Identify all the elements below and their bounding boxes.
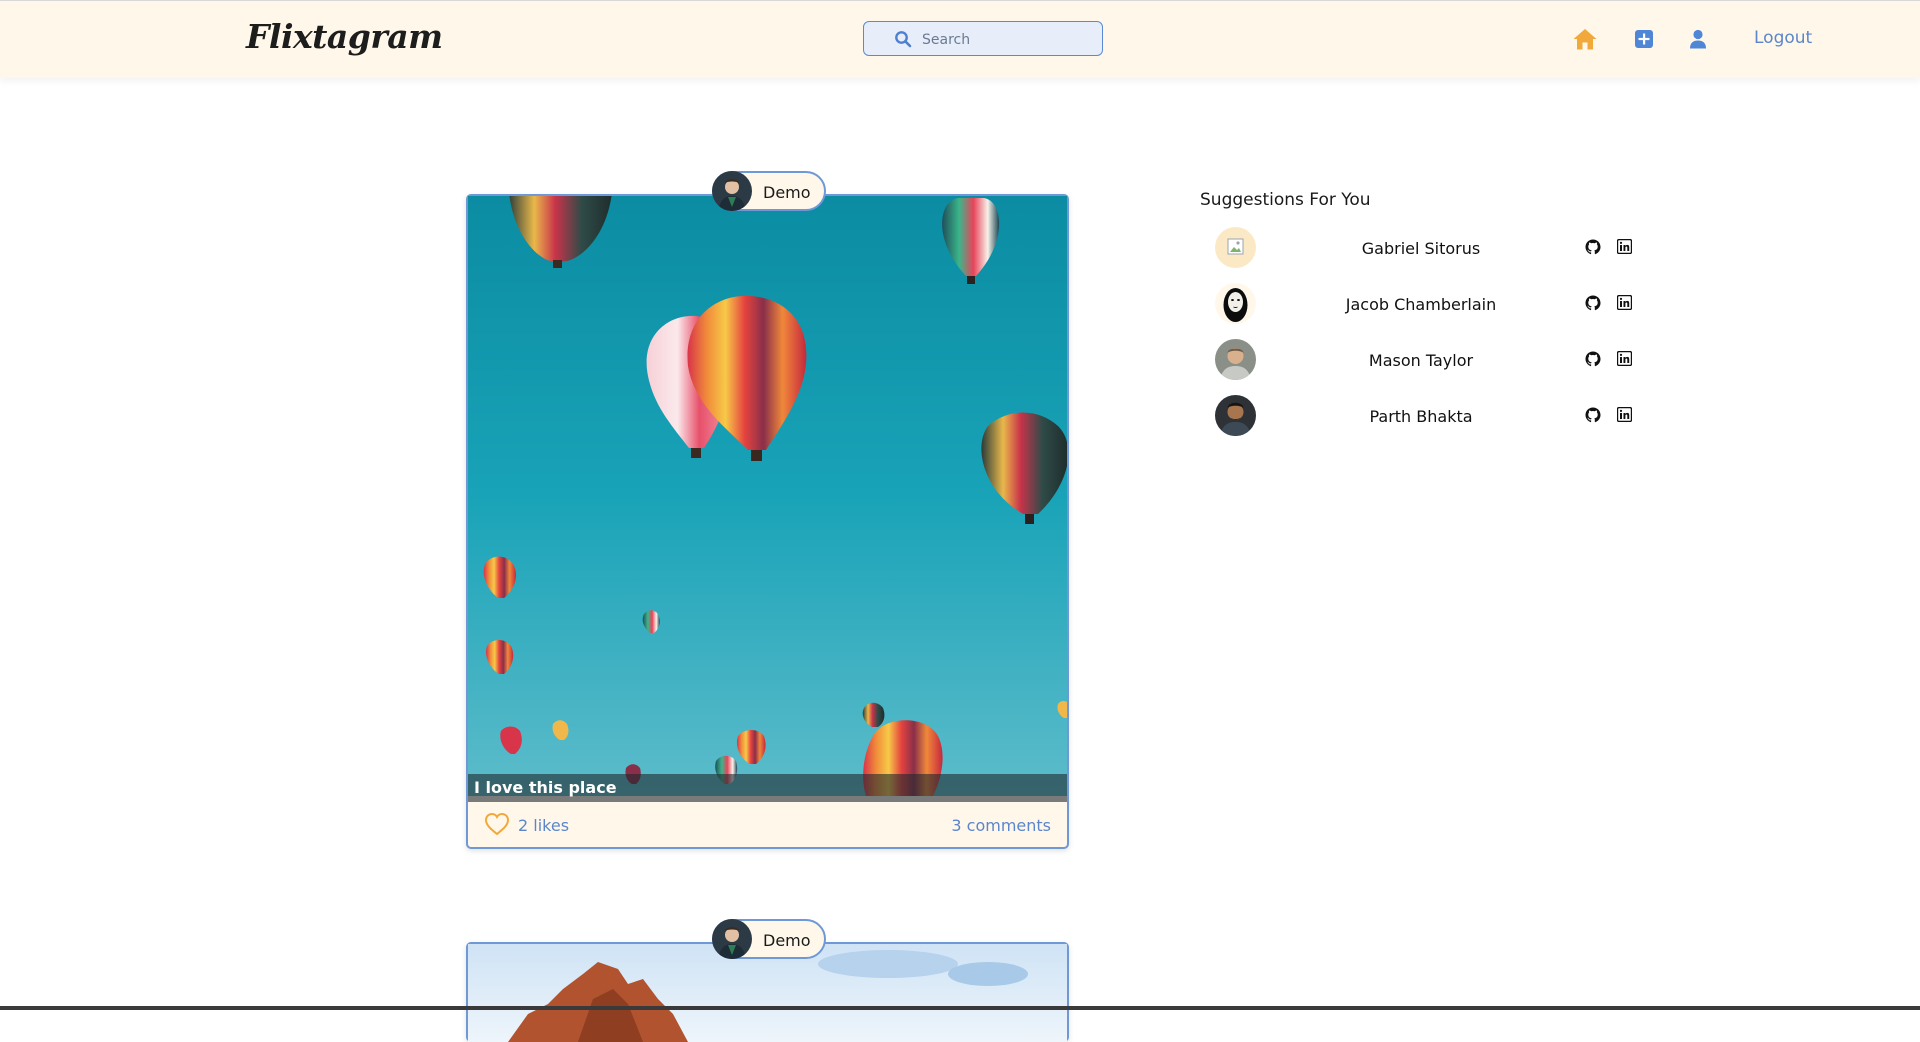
suggestion-item: Mason Taylor: [1200, 336, 1640, 386]
avatar[interactable]: [1215, 339, 1256, 380]
suggestion-item: Jacob Chamberlain: [1200, 280, 1640, 330]
post-author-badge[interactable]: Demo: [712, 171, 826, 211]
add-post-icon[interactable]: [1634, 29, 1654, 49]
post-caption: I love this place: [474, 778, 617, 797]
avatar: [712, 171, 752, 211]
post-card: Demo: [466, 919, 1069, 1042]
post-author-name: Demo: [763, 183, 811, 202]
top-navbar: Flixtagram Logout: [0, 0, 1920, 78]
app-logo[interactable]: Flixtagram: [246, 17, 443, 56]
post-image[interactable]: [468, 196, 1067, 796]
search-icon: [895, 31, 912, 48]
suggestion-name[interactable]: Jacob Chamberlain: [1300, 295, 1542, 314]
github-icon[interactable]: [1585, 407, 1601, 423]
comments-link[interactable]: 3 comments: [951, 816, 1051, 835]
likes-count[interactable]: 2 likes: [518, 816, 569, 835]
post-author-badge[interactable]: Demo: [712, 919, 826, 959]
suggestion-name[interactable]: Mason Taylor: [1300, 351, 1542, 370]
avatar[interactable]: [1215, 395, 1256, 436]
post-author-name: Demo: [763, 931, 811, 950]
profile-icon[interactable]: [1689, 29, 1707, 49]
hot-air-balloons-photo: [468, 196, 1067, 796]
suggestions-title: Suggestions For You: [1200, 190, 1371, 210]
avatar[interactable]: [1215, 227, 1256, 268]
suggestion-name[interactable]: Parth Bhakta: [1300, 407, 1542, 426]
github-icon[interactable]: [1585, 295, 1601, 311]
post-footer: 2 likes 3 comments: [468, 802, 1067, 847]
avatar[interactable]: [1215, 283, 1256, 324]
suggestion-item: Gabriel Sitorus: [1200, 224, 1640, 274]
github-icon[interactable]: [1585, 239, 1601, 255]
logout-link[interactable]: Logout: [1754, 28, 1812, 48]
linkedin-icon[interactable]: [1617, 295, 1632, 310]
suggestion-name[interactable]: Gabriel Sitorus: [1300, 239, 1542, 258]
avatar: [712, 919, 752, 959]
suggestion-item: Parth Bhakta: [1200, 392, 1640, 442]
linkedin-icon[interactable]: [1617, 239, 1632, 254]
linkedin-icon[interactable]: [1617, 407, 1632, 422]
search-input[interactable]: [920, 26, 1094, 53]
linkedin-icon[interactable]: [1617, 351, 1632, 366]
search-box[interactable]: [863, 21, 1103, 56]
post-card: I love this place 2 likes 3 comments Dem…: [466, 171, 1069, 849]
home-icon[interactable]: [1572, 27, 1598, 51]
heart-icon[interactable]: [484, 812, 510, 836]
page-bottom-edge: [0, 1006, 1920, 1010]
caption-bar: I love this place: [468, 774, 1067, 802]
github-icon[interactable]: [1585, 351, 1601, 367]
